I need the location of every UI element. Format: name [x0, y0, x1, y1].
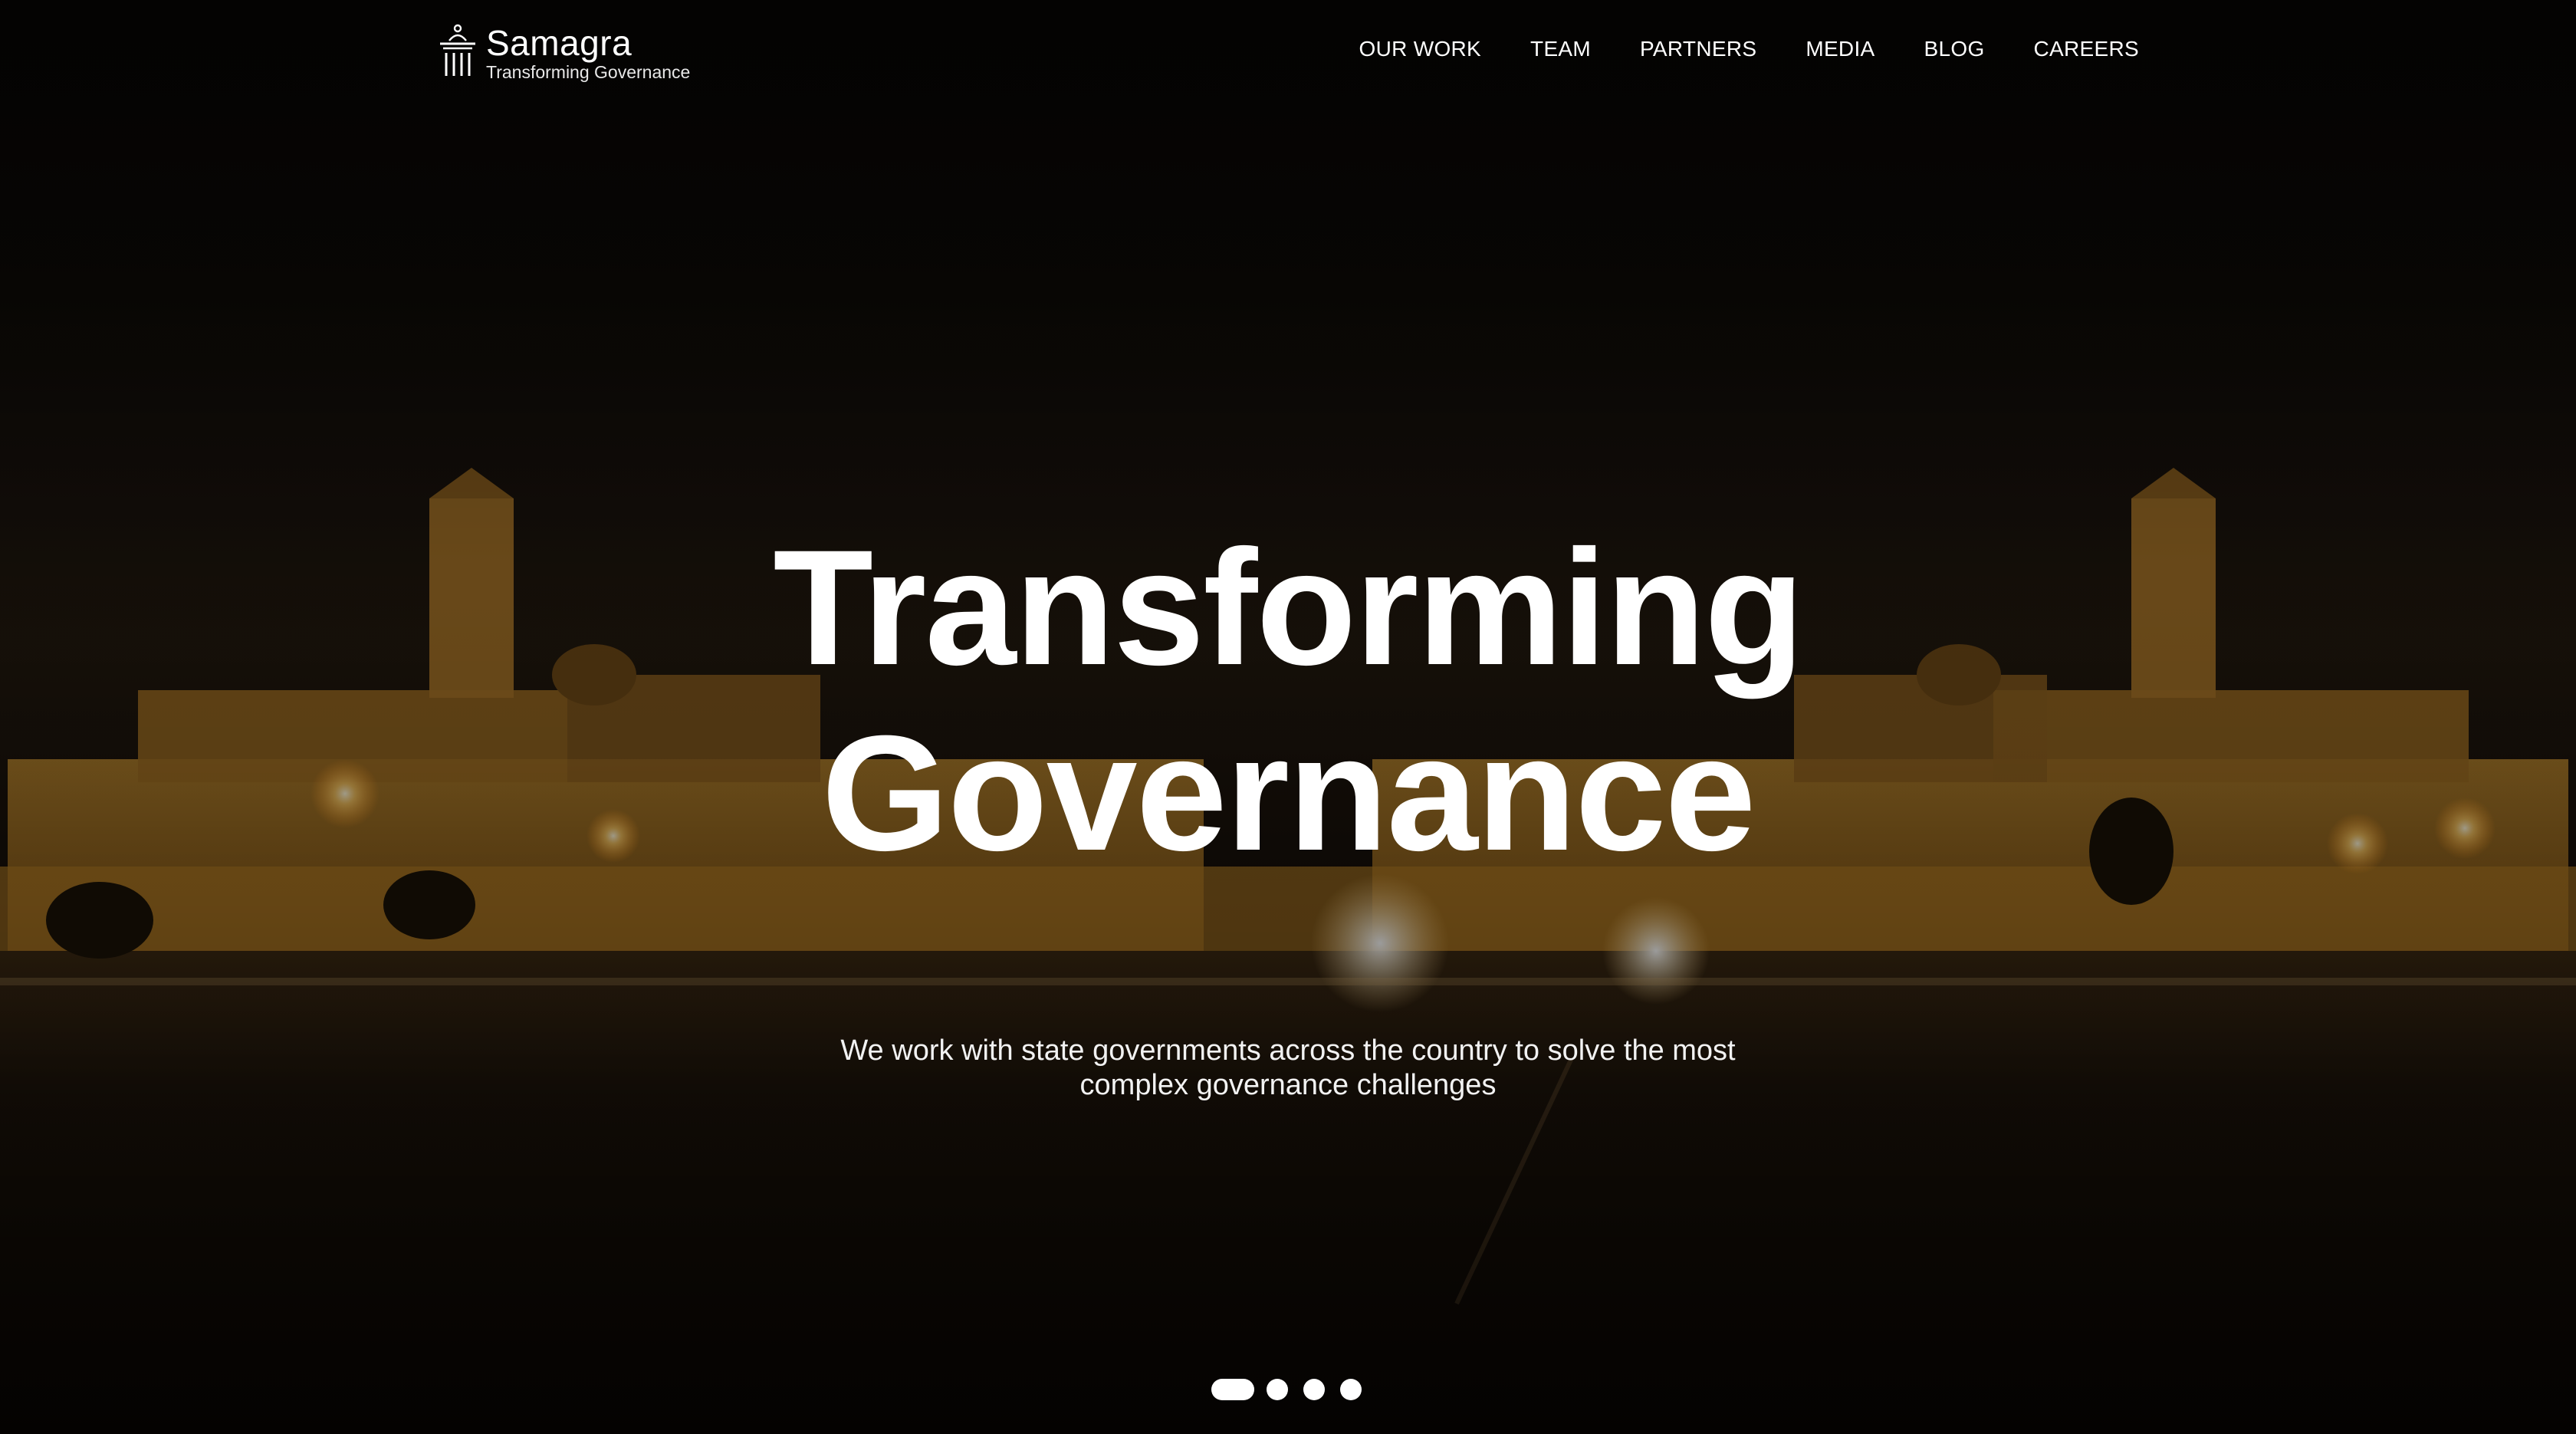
carousel-dot-3[interactable]: [1303, 1379, 1325, 1400]
hero-subtitle: We work with state governments across th…: [840, 1034, 1736, 1101]
carousel-dot-4[interactable]: [1340, 1379, 1362, 1400]
carousel-dot-2[interactable]: [1267, 1379, 1288, 1400]
brand-text: Samagra Transforming Governance: [486, 24, 690, 82]
carousel-dot-1[interactable]: [1211, 1379, 1254, 1400]
nav-item-partners[interactable]: PARTNERS: [1640, 34, 1756, 64]
hero-headline-line-1: Transforming: [773, 516, 1804, 699]
carousel-indicators: [1211, 1378, 1377, 1401]
hero-headline-line-2: Governance: [821, 702, 1756, 885]
nav-item-team[interactable]: TEAM: [1530, 34, 1591, 64]
brand-tagline: Transforming Governance: [486, 62, 691, 82]
hero-section: Samagra Transforming Governance OUR WORK…: [0, 0, 2576, 1434]
pillar-logo-icon: [440, 24, 475, 76]
brand-name: Samagra: [486, 23, 632, 63]
nav-item-our-work[interactable]: OUR WORK: [1359, 34, 1482, 64]
nav-item-careers[interactable]: CAREERS: [2034, 34, 2139, 64]
hero-headline: Transforming Governance: [0, 515, 2576, 886]
brand-logo[interactable]: Samagra Transforming Governance: [435, 18, 690, 87]
main-nav: OUR WORK TEAM PARTNERS MEDIA BLOG CAREER…: [1310, 34, 2139, 64]
site-header: Samagra Transforming Governance OUR WORK…: [0, 0, 2576, 107]
nav-item-media[interactable]: MEDIA: [1806, 34, 1875, 64]
nav-item-blog[interactable]: BLOG: [1924, 34, 1985, 64]
